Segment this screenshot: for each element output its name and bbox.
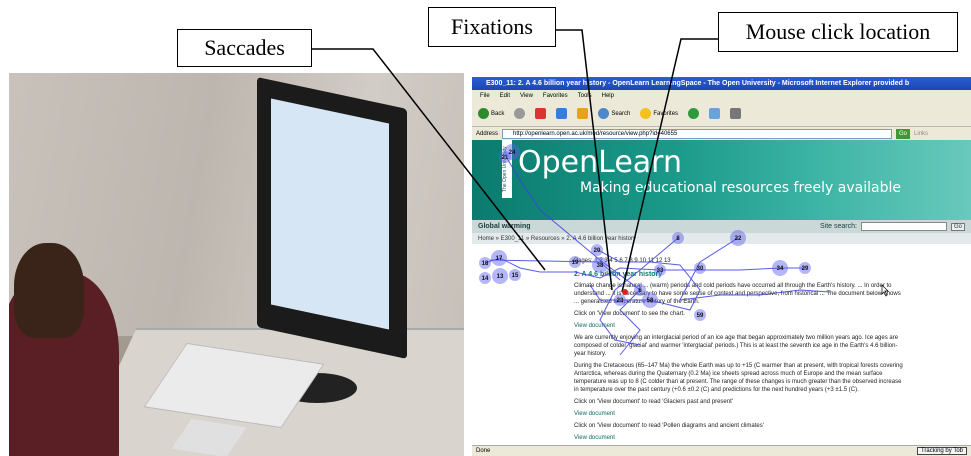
fixation-label: 24 — [509, 150, 516, 156]
fixation-label: 23 — [617, 298, 624, 304]
saccade-path — [504, 154, 641, 356]
click-pointer — [621, 38, 718, 293]
fixation-label: 59 — [697, 313, 704, 319]
annotation-pointers — [312, 29, 718, 293]
fixation-label: 38 — [597, 263, 604, 269]
fixation-label: 22 — [735, 236, 742, 242]
fixation-label: 19 — [572, 260, 579, 266]
cursor-icon — [881, 284, 889, 297]
fixation-label: 14 — [482, 276, 489, 282]
fixation-label: 13 — [497, 274, 504, 280]
mouse-click-marker — [622, 289, 628, 295]
fixation-label: 20 — [594, 248, 601, 254]
fixation-label: 34 — [777, 266, 784, 272]
saccade-paths — [484, 154, 831, 356]
fixation-label: 58 — [647, 298, 654, 304]
fixation-label: 33 — [657, 268, 664, 274]
fixation-label: 17 — [496, 256, 503, 262]
fixation-label: 15 — [512, 273, 519, 279]
fixation-label: 18 — [482, 261, 489, 267]
fixation-label: 29 — [802, 266, 809, 272]
gaze-overlay: 171814 13 152124201922865859233833 30 34 29 — [312, 29, 889, 356]
fixation-label: 30 — [697, 266, 704, 272]
fixations-pointer — [556, 29, 613, 291]
